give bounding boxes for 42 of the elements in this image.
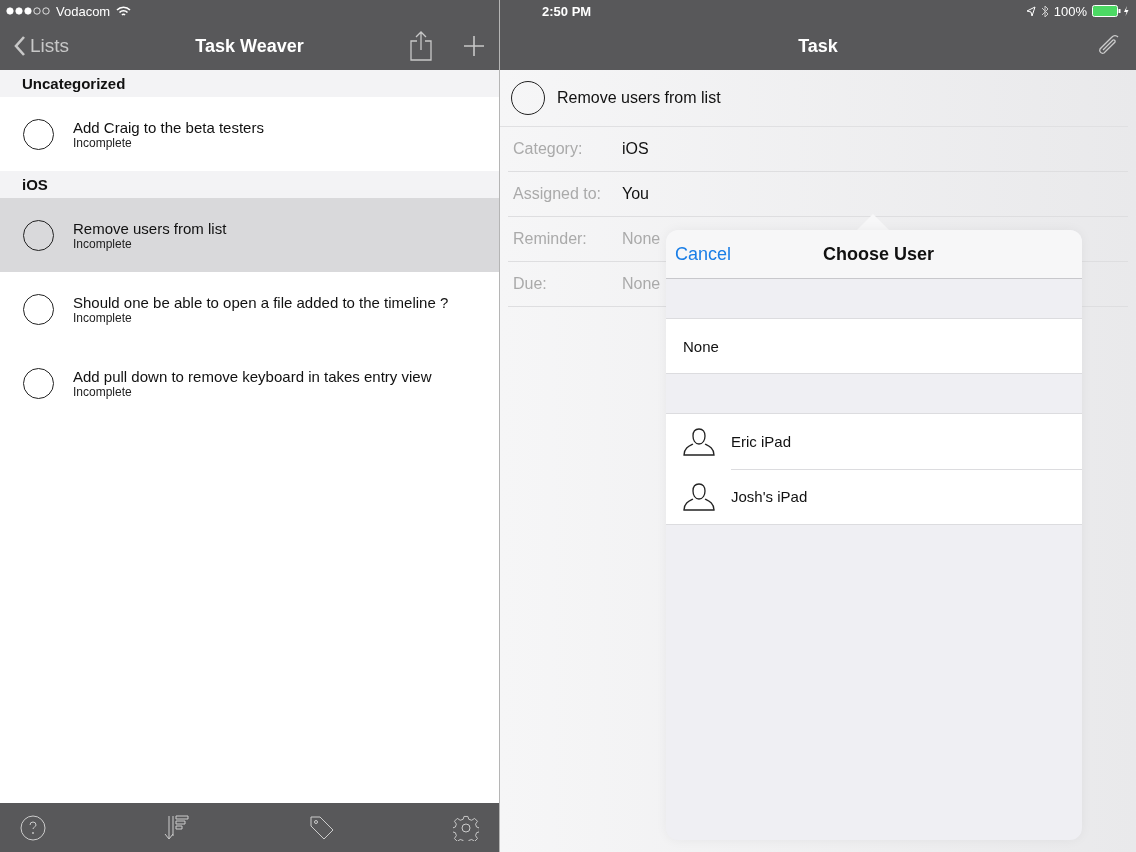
help-button[interactable]: [20, 814, 46, 841]
field-label: Reminder:: [513, 230, 588, 248]
back-button[interactable]: Lists: [14, 35, 70, 57]
task-status: Incomplete: [73, 310, 133, 325]
field-label: Assigned to:: [513, 185, 603, 203]
signal-icon: [6, 7, 50, 15]
task-title: Remove users from list: [557, 89, 721, 107]
task-row[interactable]: Remove users from list Incomplete: [0, 198, 499, 272]
field-label: Category:: [513, 140, 584, 158]
wifi-icon: [116, 5, 132, 17]
user-option[interactable]: Josh's iPad: [666, 469, 1082, 524]
task-status: Incomplete: [73, 135, 132, 150]
nav-title: Task: [798, 35, 838, 57]
field-label: Due:: [513, 275, 548, 293]
add-button[interactable]: [463, 35, 485, 57]
settings-button[interactable]: [453, 814, 479, 841]
bluetooth-icon: [1040, 4, 1049, 18]
status-time: 2:50 PM: [542, 3, 592, 19]
cancel-button[interactable]: Cancel: [675, 243, 732, 265]
sort-button[interactable]: [164, 814, 191, 841]
popover-title: Choose User: [822, 243, 934, 265]
tag-button[interactable]: [308, 814, 335, 841]
task-status: Incomplete: [73, 236, 133, 251]
person-icon: [682, 426, 716, 457]
user-option[interactable]: Eric iPad: [666, 414, 1082, 469]
field-value[interactable]: You: [622, 185, 649, 203]
battery-percent: 100%: [1053, 3, 1087, 19]
section-header: Uncategorized: [0, 70, 499, 97]
task-title: Should one be able to open a file added to the timeline ?: [73, 293, 449, 311]
location-icon: [1025, 5, 1036, 17]
section-header: iOS: [0, 171, 499, 198]
task-title: Add Craig to the beta testers: [73, 118, 264, 136]
share-button[interactable]: [409, 31, 433, 61]
field-value[interactable]: iOS: [622, 140, 649, 158]
battery-icon: [1092, 5, 1130, 17]
carrier-name: Vodacom: [56, 3, 111, 19]
task-title: Add pull down to remove keyboard in takes entry view: [73, 367, 432, 385]
person-icon: [682, 481, 716, 512]
nav-title: Task Weaver: [195, 35, 304, 57]
task-status: Incomplete: [73, 384, 133, 399]
chevron-left-icon: [14, 35, 26, 57]
task-title: Remove users from list: [73, 219, 227, 237]
